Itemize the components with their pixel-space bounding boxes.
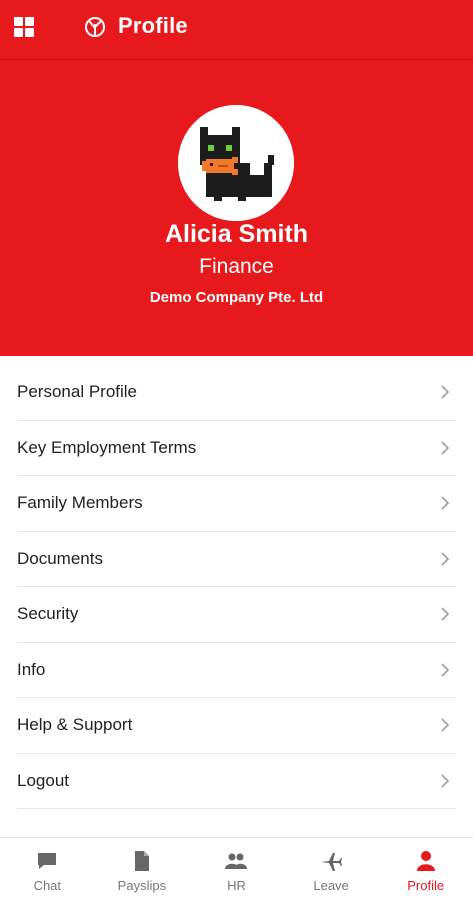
nav-tab-hr[interactable]: HR bbox=[189, 838, 284, 900]
chevron-right-icon bbox=[441, 552, 450, 566]
menu-item-label: Help & Support bbox=[17, 715, 133, 735]
menu-item-label: Key Employment Terms bbox=[17, 437, 197, 457]
chevron-right-icon bbox=[441, 774, 450, 788]
app-screen: Profile Alicia Smith Finance Demo Compan… bbox=[0, 0, 473, 900]
menu-item-personal-profile[interactable]: Personal Profile bbox=[17, 365, 456, 421]
menu-item-documents[interactable]: Documents bbox=[17, 532, 456, 587]
menu-item-security[interactable]: Security bbox=[17, 587, 456, 643]
menu-item-info[interactable]: Info bbox=[17, 643, 456, 698]
avatar[interactable] bbox=[178, 105, 294, 221]
nav-label: Profile bbox=[407, 878, 445, 893]
employee-name: Alicia Smith bbox=[164, 220, 309, 248]
chevron-right-icon bbox=[441, 718, 450, 732]
profile-header: Alicia Smith Finance Demo Company Pte. L… bbox=[0, 60, 473, 356]
top-app-bar: Profile bbox=[0, 0, 473, 60]
nav-label: Leave bbox=[313, 878, 349, 893]
chevron-right-icon bbox=[441, 496, 450, 510]
chevron-right-icon bbox=[441, 441, 450, 455]
menu-item-label: Logout bbox=[17, 770, 69, 790]
menu-item-help-support[interactable]: Help & Support bbox=[17, 698, 456, 754]
nav-tab-payslips[interactable]: Payslips bbox=[95, 838, 190, 900]
page-title: Profile bbox=[118, 13, 188, 38]
document-icon bbox=[134, 851, 149, 871]
menu-item-label: Security bbox=[17, 604, 79, 624]
profile-menu-list: Personal Profile Key Employment Terms Fa… bbox=[0, 365, 473, 809]
menu-item-logout[interactable]: Logout bbox=[17, 754, 456, 809]
menu-item-label: Documents bbox=[17, 548, 103, 568]
bottom-navigation: Chat Payslips HR Leave Profile bbox=[0, 837, 473, 900]
nav-label: HR bbox=[227, 878, 246, 893]
menu-item-label: Info bbox=[17, 659, 46, 679]
airplane-icon bbox=[321, 853, 343, 871]
cat-avatar-image bbox=[178, 105, 294, 221]
people-icon bbox=[225, 853, 248, 869]
chevron-right-icon bbox=[441, 385, 450, 399]
person-icon bbox=[416, 851, 435, 871]
menu-item-label: Personal Profile bbox=[17, 382, 138, 402]
tree-logo-icon bbox=[85, 17, 105, 37]
employee-department: Finance bbox=[199, 255, 274, 278]
nav-tab-chat[interactable]: Chat bbox=[0, 838, 95, 900]
chevron-right-icon bbox=[441, 607, 450, 621]
chat-icon bbox=[38, 853, 57, 869]
menu-item-key-employment-terms[interactable]: Key Employment Terms bbox=[17, 421, 456, 476]
company-name: Demo Company Pte. Ltd bbox=[149, 289, 324, 306]
chevron-right-icon bbox=[441, 663, 450, 677]
nav-label: Payslips bbox=[117, 878, 167, 893]
nav-label: Chat bbox=[33, 878, 62, 893]
menu-item-label: Family Members bbox=[17, 493, 143, 513]
nav-tab-profile[interactable]: Profile bbox=[378, 838, 473, 900]
grid-menu-icon[interactable] bbox=[14, 17, 38, 41]
menu-item-family-members[interactable]: Family Members bbox=[17, 476, 456, 532]
nav-tab-leave[interactable]: Leave bbox=[284, 838, 379, 900]
